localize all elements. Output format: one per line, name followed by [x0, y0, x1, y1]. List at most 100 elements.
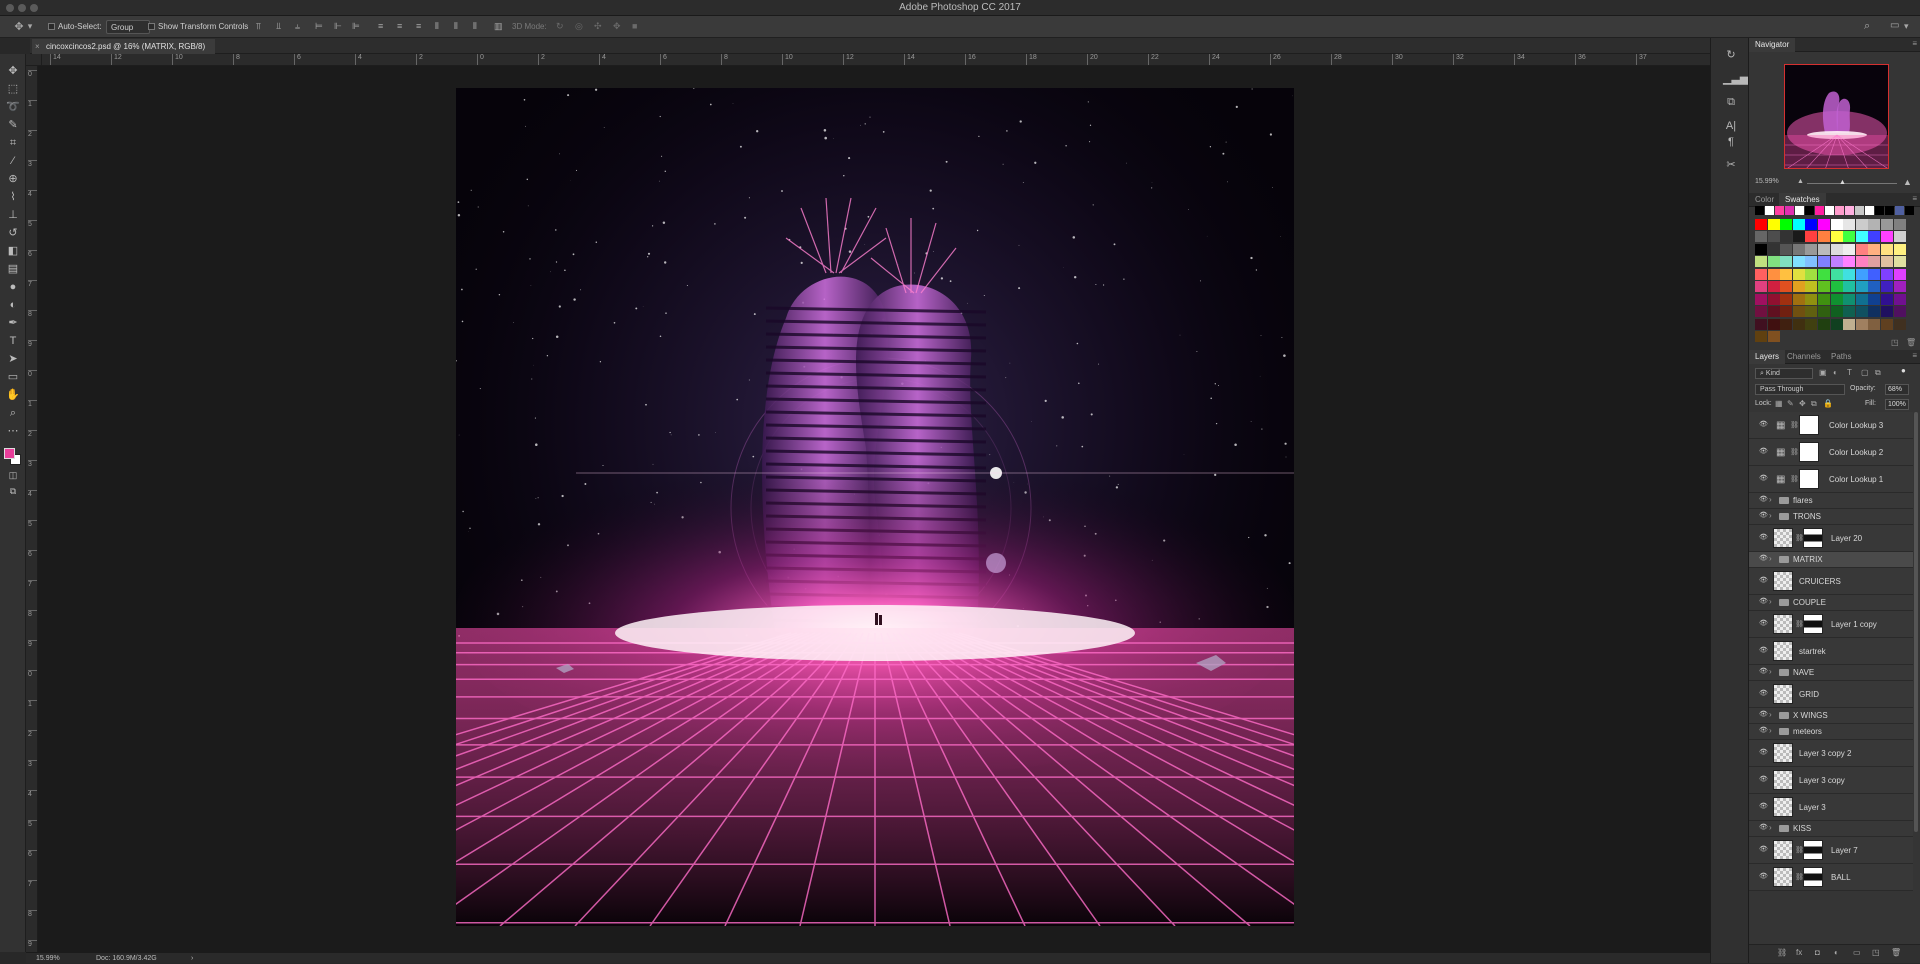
layer-name[interactable]: Layer 20	[1831, 534, 1862, 543]
lasso-tool-icon[interactable]: ➰	[5, 100, 21, 114]
layer-name[interactable]: MATRIX	[1793, 555, 1823, 564]
visibility-eye-icon[interactable]: 👁	[1759, 872, 1768, 880]
layer-thumbnail[interactable]	[1773, 571, 1793, 591]
color-swatch[interactable]	[1835, 206, 1844, 215]
visibility-eye-icon[interactable]: 👁	[1759, 689, 1768, 697]
foreground-color-swatch[interactable]	[4, 448, 15, 459]
color-swatch[interactable]	[1818, 319, 1830, 330]
color-swatch[interactable]	[1755, 206, 1764, 215]
color-swatch[interactable]	[1843, 256, 1855, 267]
lock-all-icon[interactable]: 🔒	[1823, 399, 1833, 408]
layer-row[interactable]: 👁⛓Layer 20	[1749, 525, 1913, 552]
color-swatch[interactable]	[1780, 269, 1792, 280]
gradient-tool-icon[interactable]: ▤	[5, 262, 21, 276]
3d-drag-icon[interactable]: ✣	[594, 21, 602, 32]
color-swatch[interactable]	[1856, 269, 1868, 280]
filter-kind-dropdown[interactable]: ⌕ Kind	[1755, 368, 1813, 379]
distribute-right-icon[interactable]: ⫴	[473, 21, 477, 32]
color-swatch[interactable]	[1894, 294, 1906, 305]
color-swatch[interactable]	[1843, 269, 1855, 280]
canvas-area[interactable]	[38, 66, 1710, 952]
color-swatch[interactable]	[1843, 281, 1855, 292]
color-swatch[interactable]	[1881, 306, 1893, 317]
color-swatch[interactable]	[1868, 231, 1880, 242]
move-tool-preset-icon[interactable]: ✥	[12, 20, 26, 33]
visibility-eye-icon[interactable]: 👁	[1759, 823, 1768, 831]
link-icon[interactable]: ⛓	[1790, 475, 1799, 483]
move-tool-icon[interactable]: ✥	[5, 64, 21, 78]
expand-chevron-icon[interactable]: ›	[1769, 554, 1772, 563]
filter-shape-icon[interactable]: ▢	[1861, 368, 1869, 377]
eyedropper-tool-icon[interactable]: ⁄	[5, 154, 21, 168]
tab-channels[interactable]: Channels	[1781, 350, 1827, 364]
color-swatch[interactable]	[1768, 281, 1780, 292]
color-swatch[interactable]	[1885, 206, 1894, 215]
color-swatch[interactable]	[1894, 306, 1906, 317]
align-top-icon[interactable]: ⫪	[256, 21, 261, 32]
layer-row[interactable]: 👁›flares	[1749, 493, 1913, 509]
layer-row[interactable]: 👁Layer 3 copy	[1749, 767, 1913, 794]
color-swatch[interactable]	[1818, 281, 1830, 292]
color-swatch[interactable]	[1856, 256, 1868, 267]
3d-roll-icon[interactable]: ◎	[575, 21, 583, 32]
history-brush-tool-icon[interactable]: ↺	[5, 226, 21, 240]
color-swatch[interactable]	[1825, 206, 1834, 215]
layer-row[interactable]: 👁▦⛓Color Lookup 1	[1749, 466, 1913, 493]
crop-tool-icon[interactable]: ⌗	[5, 136, 21, 150]
auto-select-checkbox[interactable]: Auto-Select:	[48, 20, 102, 34]
color-swatch[interactable]	[1831, 319, 1843, 330]
color-swatch[interactable]	[1843, 306, 1855, 317]
path-selection-tool-icon[interactable]: ➤	[5, 352, 21, 366]
artwork-canvas[interactable]	[456, 88, 1294, 926]
align-left-icon[interactable]: ⊨	[315, 21, 323, 32]
panel-menu-icon[interactable]: ≡	[1912, 194, 1917, 203]
filter-pixel-icon[interactable]: ▣	[1819, 368, 1827, 377]
layer-row[interactable]: 👁⛓Layer 1 copy	[1749, 611, 1913, 638]
color-swatch[interactable]	[1805, 319, 1817, 330]
group-icon[interactable]: ▭	[1853, 948, 1861, 957]
color-swatch[interactable]	[1855, 206, 1864, 215]
lock-image-icon[interactable]: ✎	[1787, 399, 1794, 408]
layer-row[interactable]: 👁›MATRIX	[1749, 552, 1913, 568]
color-swatch[interactable]	[1856, 319, 1868, 330]
link-icon[interactable]: ⛓	[1777, 948, 1787, 957]
visibility-eye-icon[interactable]: 👁	[1759, 775, 1768, 783]
color-swatch[interactable]	[1856, 294, 1868, 305]
color-swatch[interactable]	[1843, 219, 1855, 230]
color-swatch[interactable]	[1795, 206, 1804, 215]
layer-row[interactable]: 👁 GRID	[1749, 681, 1913, 708]
color-swatch[interactable]	[1780, 256, 1792, 267]
layer-row[interactable]: 👁⛓Layer 7	[1749, 837, 1913, 864]
color-swatch[interactable]	[1755, 294, 1767, 305]
minimize-window-button[interactable]	[18, 4, 26, 12]
layer-name[interactable]: Layer 7	[1831, 846, 1858, 855]
color-swatch[interactable]	[1793, 319, 1805, 330]
color-swatch[interactable]	[1894, 319, 1906, 330]
color-swatch[interactable]	[1881, 219, 1893, 230]
layer-row[interactable]: 👁›COUPLE	[1749, 595, 1913, 611]
3d-scale-icon[interactable]: ■	[632, 21, 637, 31]
color-swatch[interactable]	[1843, 294, 1855, 305]
color-swatch[interactable]	[1768, 231, 1780, 242]
visibility-eye-icon[interactable]: 👁	[1759, 802, 1768, 810]
color-swatch[interactable]	[1768, 269, 1780, 280]
color-swatch[interactable]	[1815, 206, 1824, 215]
layer-thumbnail[interactable]	[1773, 743, 1793, 763]
color-swatch[interactable]	[1780, 231, 1792, 242]
layer-name[interactable]: meteors	[1793, 727, 1822, 736]
layer-row[interactable]: 👁⛓BALL	[1749, 864, 1913, 891]
fill-input[interactable]: 100%	[1885, 399, 1909, 410]
color-swatch[interactable]	[1868, 281, 1880, 292]
layer-name[interactable]: GRID	[1799, 690, 1819, 699]
document-tab[interactable]: × cincoxcincos2.psd @ 16% (MATRIX, RGB/8…	[32, 39, 215, 54]
visibility-eye-icon[interactable]: 👁	[1759, 845, 1768, 853]
color-swatch[interactable]	[1881, 281, 1893, 292]
zoom-out-icon[interactable]: ▲	[1797, 178, 1804, 185]
clone-stamp-tool-icon[interactable]: ⊥	[5, 208, 21, 222]
visibility-eye-icon[interactable]: 👁	[1759, 474, 1768, 482]
color-swatch[interactable]	[1843, 231, 1855, 242]
layer-row[interactable]: 👁▦⛓Color Lookup 2	[1749, 439, 1913, 466]
color-swatch[interactable]	[1793, 306, 1805, 317]
layer-name[interactable]: X WINGS	[1793, 711, 1828, 720]
color-swatch[interactable]	[1780, 244, 1792, 255]
